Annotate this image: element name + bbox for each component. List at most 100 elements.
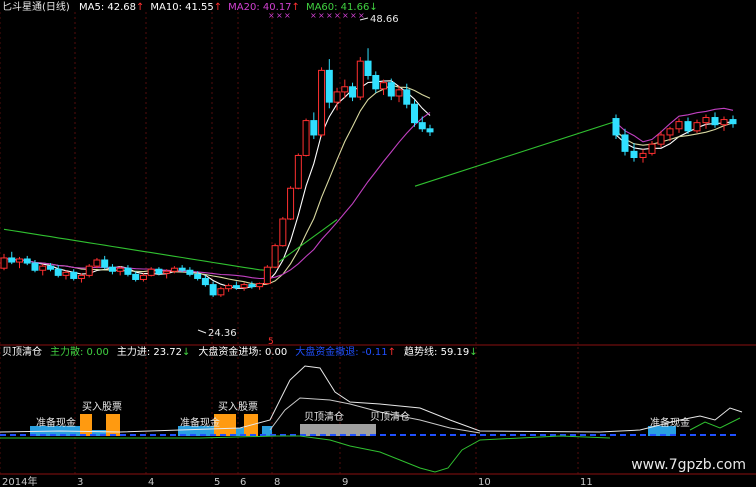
candle-body <box>108 266 116 272</box>
candle-body <box>648 143 656 154</box>
chart-stage: 2014年 3 4 5 6 8 9 10 11 48.66 24.36 5 × × × × × × × × × × 准备现金… <box>0 0 756 487</box>
signal-bar <box>80 414 92 436</box>
candle-body <box>194 273 202 279</box>
signal-annotation: 准备现金 <box>36 416 76 429</box>
candle-body <box>77 274 85 279</box>
candle-body <box>85 265 93 276</box>
candle-body <box>132 273 140 280</box>
candle-body <box>178 267 186 271</box>
signal-annotation: 贝顶清仓 <box>304 410 344 423</box>
indicator-legend-item: 趋势线: 59.19 <box>404 347 470 358</box>
candle-body <box>39 265 47 271</box>
candle-body <box>248 284 256 288</box>
main-force-line <box>0 435 611 473</box>
indicator-legend-item: 大盘资金撤退: -0.11 <box>295 347 388 358</box>
candle-body <box>209 284 217 296</box>
candle-body <box>349 86 357 98</box>
candle-body <box>310 120 318 136</box>
panel-marker: 5 <box>268 337 274 347</box>
candle-body <box>8 257 16 263</box>
candle-body <box>380 82 388 90</box>
ma-legend: MA5: 42.68↑ MA10: 41.55↑ MA20: 40.17↑ MA60:… <box>73 2 378 13</box>
indicator-legend-item: 大盘资金进场: 0.00 <box>198 347 288 358</box>
candle-body <box>124 267 132 275</box>
stock-title: 匕斗星通(日线) <box>2 2 70 13</box>
candle-body <box>147 268 155 276</box>
ma-trend-arrow: ↑ <box>213 2 223 13</box>
candle-body <box>54 268 62 276</box>
candle-body <box>702 117 710 124</box>
stock-chart: 2014年 3 4 5 6 8 9 10 1148.6624.365× × × × × × × × × ×准备现金… <box>0 11 756 487</box>
signal-bar <box>106 414 120 436</box>
candle-body <box>639 152 647 158</box>
candle-body <box>225 285 233 290</box>
candle-body <box>711 117 719 126</box>
candle-body <box>318 69 326 136</box>
signal-annotation: 买入股票 <box>218 401 258 413</box>
candle-body <box>403 89 411 105</box>
candle-body <box>240 284 248 289</box>
candle-body <box>0 257 8 269</box>
signal-annotation: 买入股票 <box>82 401 122 413</box>
candle-body <box>15 258 23 263</box>
candle-body <box>341 86 349 93</box>
candle-body <box>387 82 395 97</box>
candle-body <box>287 187 295 220</box>
candle-body <box>720 119 728 126</box>
ma20-line <box>3 111 431 280</box>
candle-body <box>666 128 674 136</box>
candle-body <box>657 134 665 145</box>
candle-body <box>23 258 31 264</box>
indicator-panel-header: 贝顶清仓 主力散: 0.00 主力进: 23.72↓ 大盘资金进场: 0.00 大盘资金… <box>2 347 486 359</box>
candle-body <box>155 268 163 274</box>
candle-body <box>364 60 372 77</box>
candle-body <box>621 134 629 152</box>
candle-body <box>426 128 434 133</box>
candle-body <box>46 265 54 270</box>
candle-body <box>163 270 171 274</box>
candle-body <box>684 121 692 132</box>
x-tick-label: 4 <box>148 477 154 487</box>
price-high-label: 48.66 <box>370 14 399 25</box>
x-tick-label: 9 <box>342 477 348 487</box>
candle-body <box>256 283 264 288</box>
candle-body <box>93 259 101 267</box>
indicator-legend-item: 主力进: 23.72 <box>116 347 183 358</box>
ma-trend-arrow: ↑ <box>136 2 145 13</box>
ma60-line <box>414 121 616 187</box>
candle-body <box>101 259 109 268</box>
x-tick-label: 8 <box>274 477 280 487</box>
price-panel-header: 匕斗星通(日线) MA5: 42.68↑ MA10: 41.55↑ MA20: 40… <box>2 2 378 14</box>
candle-body <box>217 288 225 296</box>
candle-body <box>116 267 124 272</box>
candle-body <box>271 245 279 268</box>
ma-legend-item: MA20: 40.17 <box>228 2 292 13</box>
candle-body <box>302 120 310 156</box>
x-tick-label: 10 <box>478 477 491 487</box>
candle-body <box>279 218 287 247</box>
candle-body <box>675 121 683 130</box>
ma-legend-item: MA5: 42.68 <box>79 2 137 13</box>
candle-body <box>325 69 333 103</box>
candle-body <box>372 75 380 90</box>
candle-body <box>263 266 271 285</box>
low-pointer <box>197 329 207 334</box>
candle-body <box>395 89 403 97</box>
watermark: www.7gpzb.com <box>631 457 746 473</box>
candle-body <box>693 122 701 132</box>
x-tick-label: 6 <box>240 477 246 487</box>
ma-legend-item: MA10: 41.55 <box>150 2 214 13</box>
candle-body <box>232 285 240 289</box>
candle-body <box>31 262 39 271</box>
x-tick-label: 5 <box>214 477 220 487</box>
candle-body <box>139 274 147 280</box>
candle-body <box>356 60 364 98</box>
candle-body <box>411 103 419 124</box>
signal-annotation: 准备现金 <box>180 416 220 429</box>
x-tick-label: 2014年 <box>2 475 37 487</box>
x-tick-label: 3 <box>77 477 83 487</box>
candle-body <box>62 271 70 276</box>
candle-body <box>612 118 620 136</box>
indicator-trend-arrow: ↑ <box>387 347 397 358</box>
ma-trend-arrow: ↓ <box>369 2 378 13</box>
